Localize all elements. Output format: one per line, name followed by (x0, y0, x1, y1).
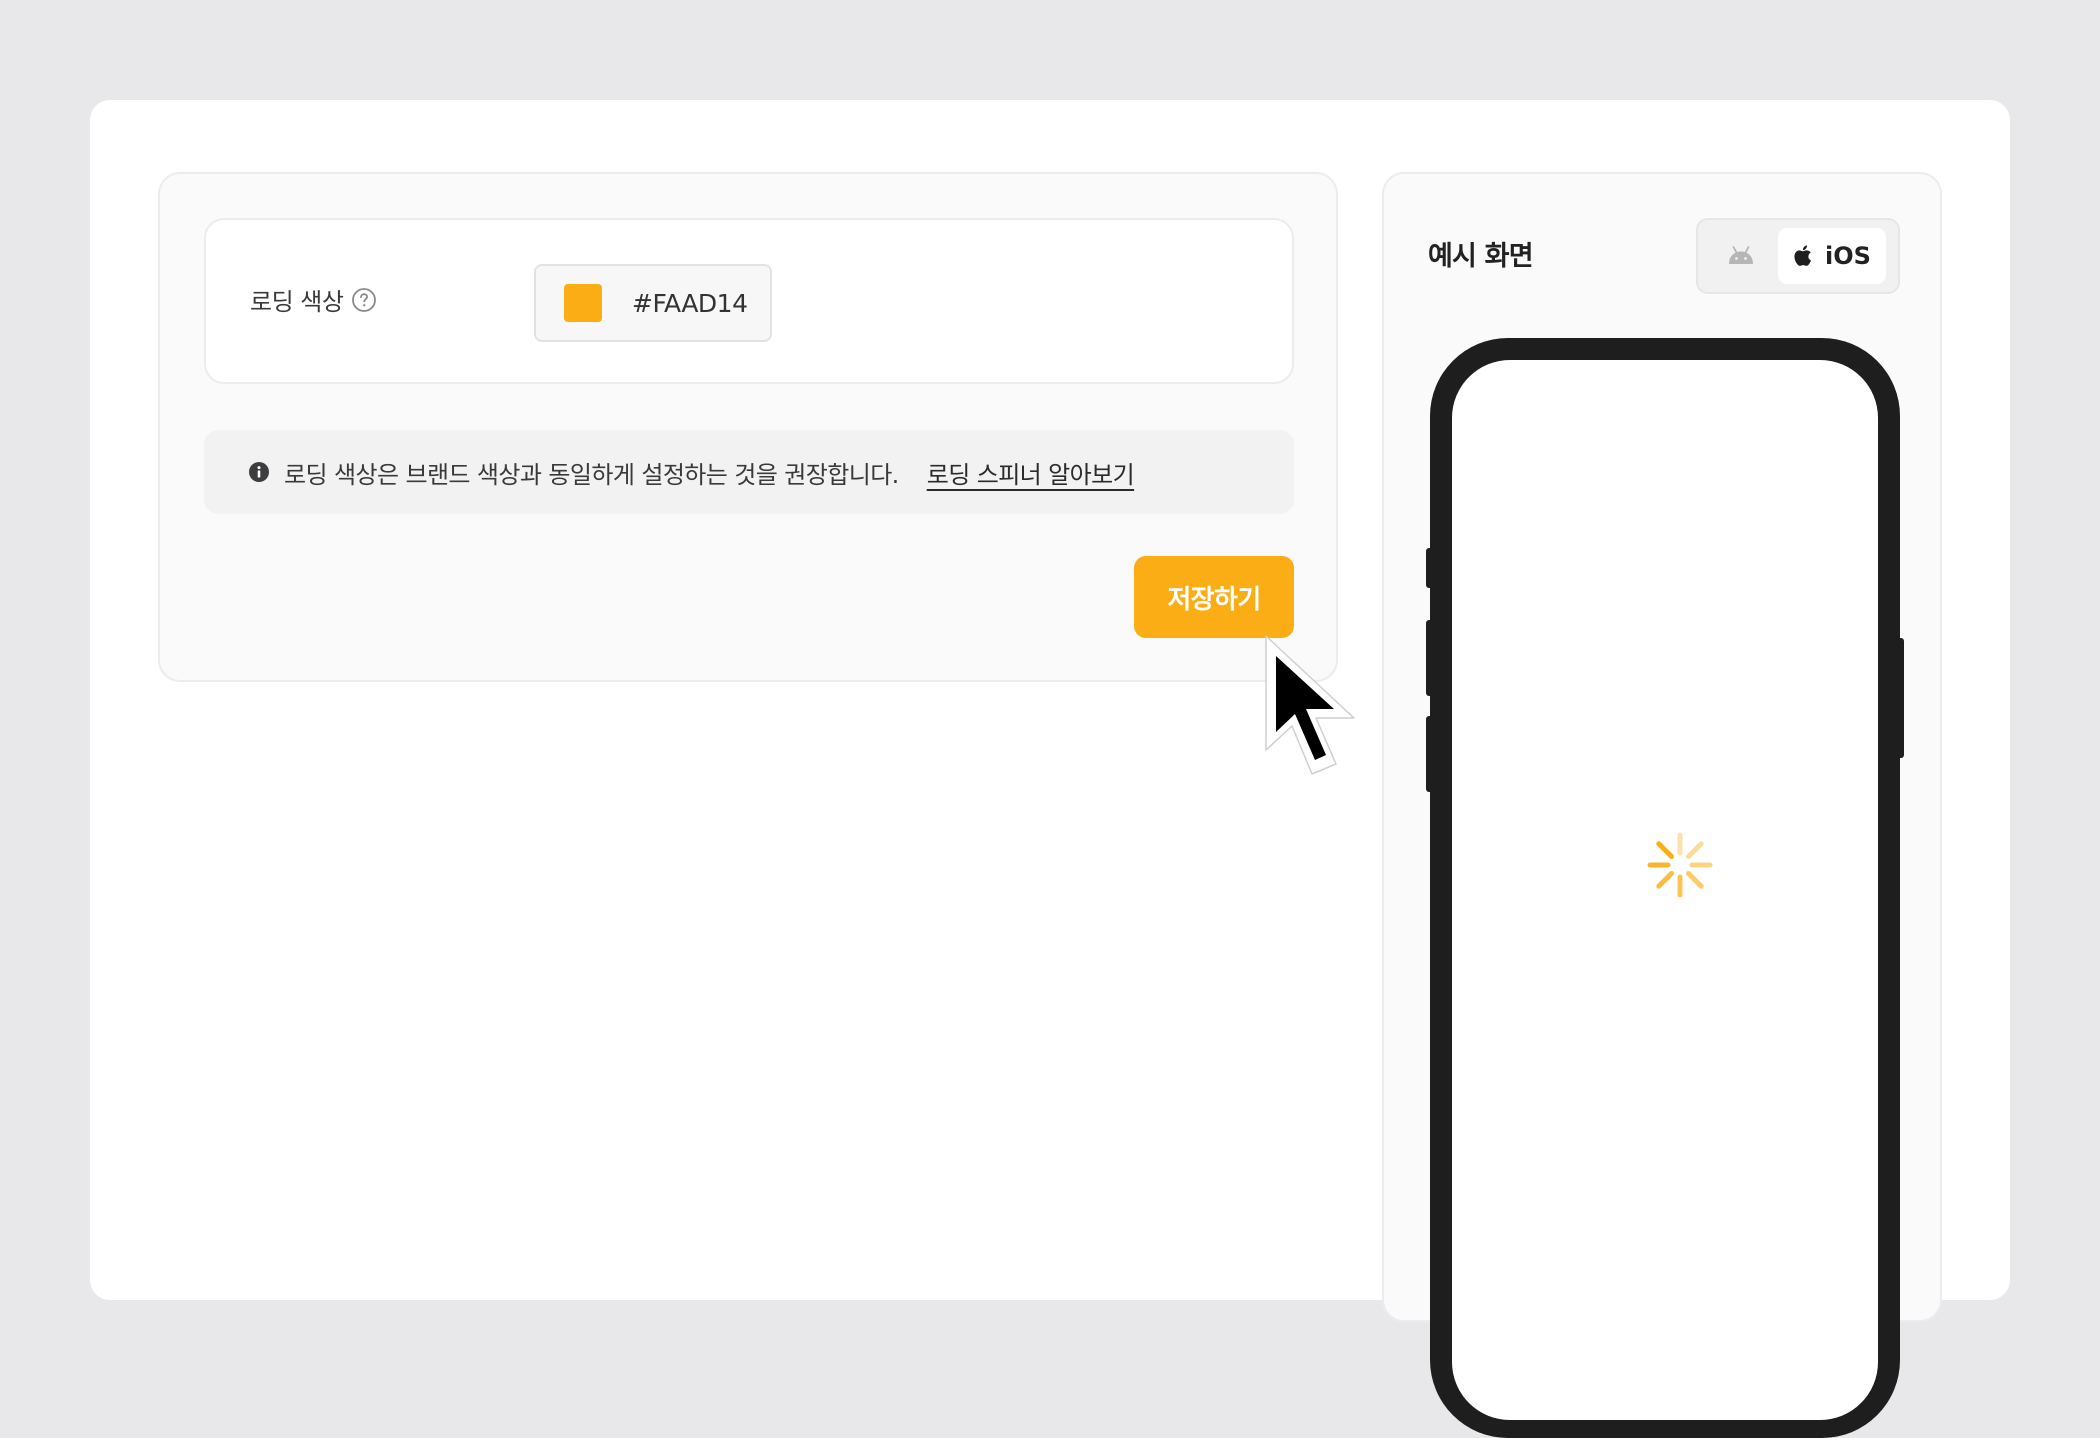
os-option-ios[interactable]: iOS (1778, 228, 1886, 284)
phone-mockup (1426, 338, 1904, 1438)
settings-panel: 로딩 색상 #FAAD14 로딩 색상은 브랜드 색상과 동일하게 설정하는 것… (158, 172, 1338, 682)
help-circle-icon[interactable] (351, 287, 377, 313)
loading-spinner-icon (1647, 832, 1713, 898)
os-option-android[interactable] (1706, 228, 1776, 284)
color-hex-value[interactable]: #FAAD14 (632, 289, 748, 318)
spinner-spoke (1685, 841, 1704, 860)
os-option-ios-label: iOS (1825, 242, 1871, 270)
preview-title: 예시 화면 (1428, 241, 1534, 272)
loading-color-label-text: 로딩 색상 (250, 288, 344, 316)
info-message: 로딩 색상은 브랜드 색상과 동일하게 설정하는 것을 권장합니다. (284, 460, 899, 489)
spinner-spoke (1656, 841, 1675, 860)
spinner-spoke (1656, 870, 1675, 889)
color-swatch[interactable] (564, 284, 602, 322)
preview-panel: 예시 화면 iOS (1382, 172, 1942, 1438)
loading-color-row: 로딩 색상 #FAAD14 (204, 218, 1294, 384)
mouse-pointer-icon (1265, 635, 1355, 775)
learn-spinner-link[interactable]: 로딩 스피너 알아보기 (927, 455, 1135, 490)
phone-frame (1430, 338, 1900, 1438)
info-banner: 로딩 색상은 브랜드 색상과 동일하게 설정하는 것을 권장합니다. 로딩 스피… (204, 430, 1294, 514)
info-icon (249, 462, 269, 482)
os-toggle: iOS (1696, 218, 1900, 294)
apple-icon (1794, 245, 1812, 266)
spinner-spoke (1685, 870, 1704, 889)
loading-color-label: 로딩 색상 (250, 282, 377, 317)
color-picker-field[interactable]: #FAAD14 (534, 264, 772, 342)
android-icon (1729, 246, 1753, 264)
save-button[interactable]: 저장하기 (1134, 556, 1294, 638)
phone-screen (1452, 360, 1878, 1420)
